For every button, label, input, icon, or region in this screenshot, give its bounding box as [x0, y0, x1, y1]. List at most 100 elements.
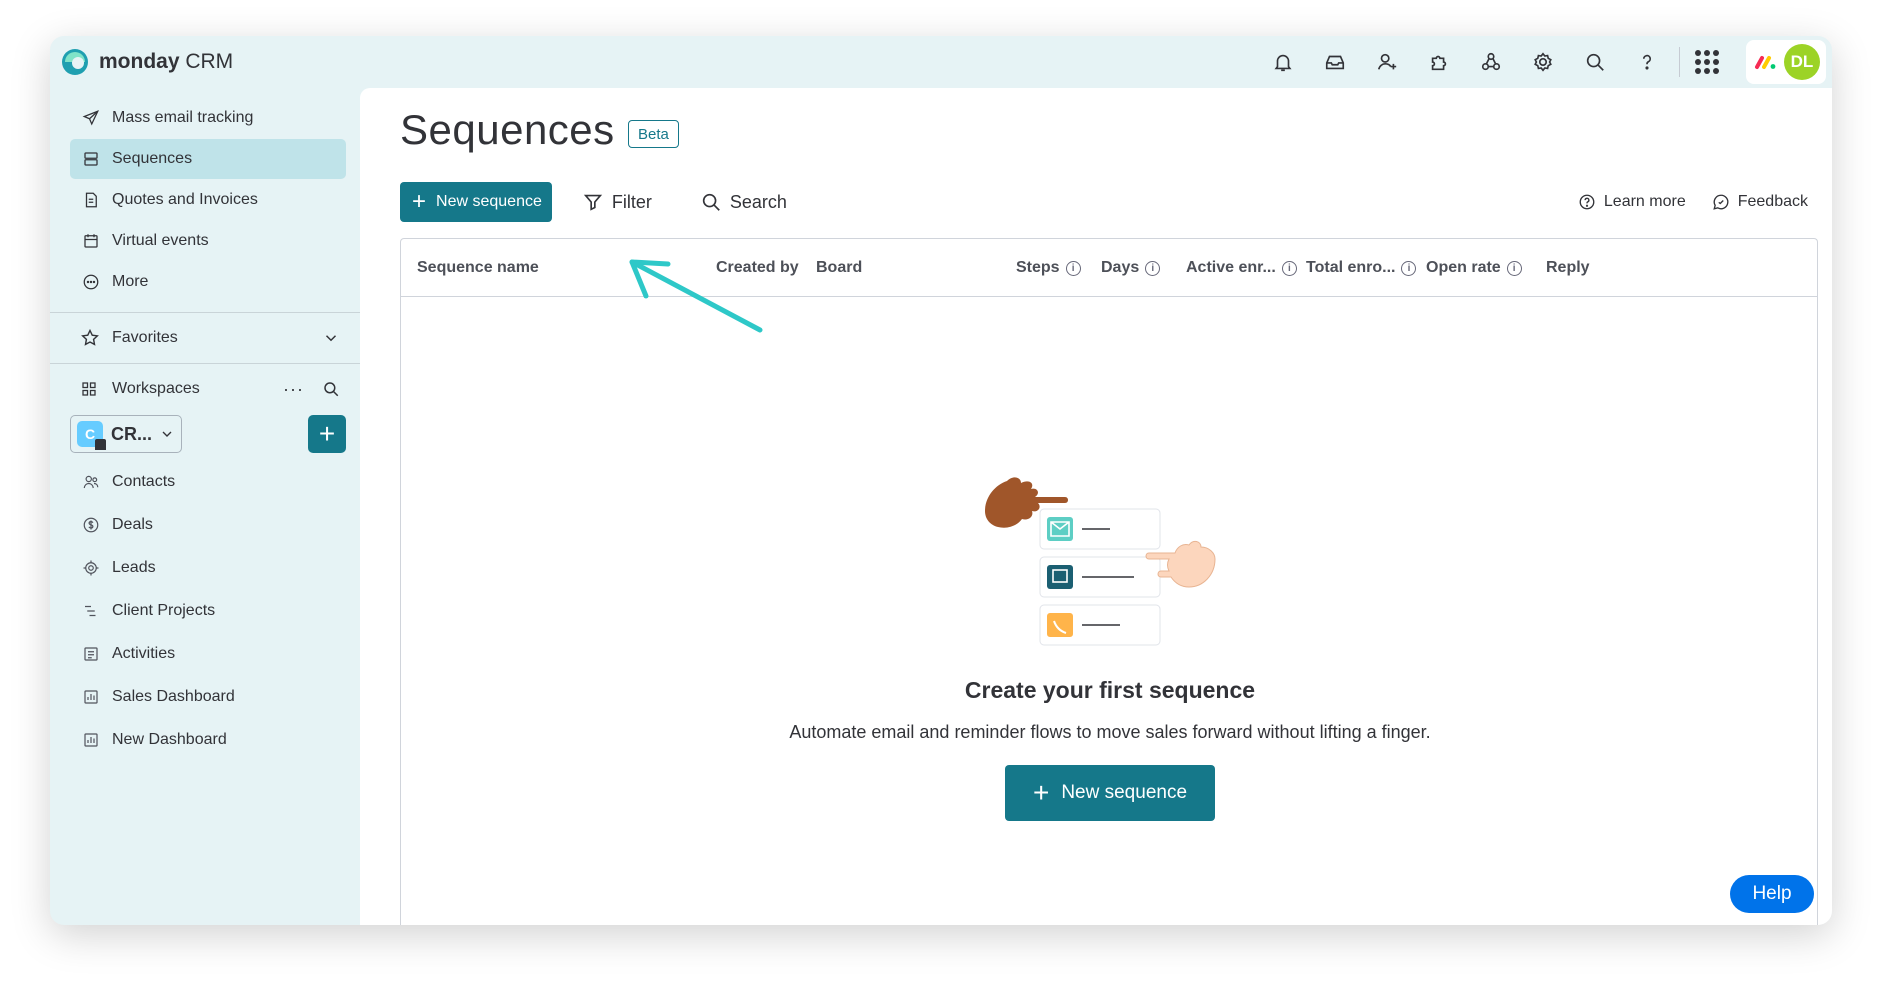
sidebar-item-sales-dashboard[interactable]: Sales Dashboard	[50, 675, 360, 718]
monday-logo[interactable]: monday CRM	[60, 47, 233, 77]
list-icon	[80, 643, 102, 665]
toolbar: + New sequence Filter Search Learn more …	[400, 182, 1808, 222]
info-icon[interactable]: i	[1065, 260, 1081, 276]
sidebar-item-label: Virtual events	[112, 232, 209, 249]
toolbar-right: Learn more Feedback	[1548, 193, 1808, 211]
dashboard-icon	[80, 729, 102, 751]
workspaces-section: Workspaces ···	[50, 364, 360, 414]
plus-icon: +	[412, 188, 427, 215]
column-total-enrollments[interactable]: Total enro... i	[1306, 239, 1417, 297]
sidebar-item-virtual-events[interactable]: Virtual events	[70, 221, 346, 261]
column-steps[interactable]: Steps i	[1016, 239, 1081, 297]
favorites-label: Favorites	[112, 329, 178, 346]
invite-user-icon[interactable]	[1361, 36, 1413, 88]
search-icon[interactable]	[1569, 36, 1621, 88]
apps-grid-icon[interactable]	[1692, 47, 1722, 77]
apps-puzzle-icon[interactable]	[1413, 36, 1465, 88]
empty-state: Create your first sequence Automate emai…	[401, 449, 1819, 821]
plus-icon: +	[1032, 777, 1050, 808]
add-workspace-item-button[interactable]: +	[308, 415, 346, 453]
column-active-enrollments[interactable]: Active enr... i	[1186, 239, 1297, 297]
app-window: monday CRM DL Mass email tracking Sequen…	[50, 36, 1832, 925]
sidebar-item-label: Client Projects	[112, 601, 216, 619]
learn-more-label: Learn more	[1603, 193, 1686, 210]
empty-state-illustration	[985, 477, 1216, 646]
contacts-icon	[80, 471, 102, 493]
top-icons: DL	[1257, 36, 1832, 88]
integrations-icon[interactable]	[1465, 36, 1517, 88]
feedback-icon	[1713, 194, 1729, 210]
new-sequence-button[interactable]: + New sequence	[400, 182, 552, 222]
feedback-label: Feedback	[1737, 193, 1808, 210]
search-icon[interactable]	[322, 380, 340, 398]
workspaces-grid-icon	[80, 380, 102, 398]
bell-icon[interactable]	[1257, 36, 1309, 88]
column-open-rate[interactable]: Open rate i	[1426, 239, 1522, 297]
search-button[interactable]: Search	[700, 191, 787, 213]
sidebar-item-label: Deals	[112, 515, 153, 533]
topbar-divider	[1679, 47, 1680, 77]
dashboard-icon	[80, 686, 102, 708]
sidebar-item-label: Activities	[112, 644, 176, 662]
more-circle-icon	[80, 271, 102, 293]
sidebar-item-label: Sales Dashboard	[112, 687, 235, 705]
column-reply[interactable]: Reply	[1546, 239, 1590, 297]
workspace-selector[interactable]: C CR...	[70, 415, 182, 453]
sequence-icon	[80, 148, 102, 170]
settings-gear-icon[interactable]	[1517, 36, 1569, 88]
sidebar-item-leads[interactable]: Leads	[50, 546, 360, 589]
favorites-section[interactable]: Favorites	[50, 313, 360, 363]
chevron-down-icon[interactable]	[322, 329, 340, 347]
column-sequence-name[interactable]: Sequence name	[417, 239, 539, 297]
invoice-icon	[80, 189, 102, 211]
monday-logo-icon	[62, 49, 88, 75]
column-days[interactable]: Days i	[1101, 239, 1161, 297]
account-chip[interactable]: DL	[1746, 40, 1826, 84]
sidebar-item-label: Contacts	[112, 472, 176, 490]
search-icon	[702, 193, 720, 211]
chevron-down-icon	[159, 426, 175, 442]
learn-more-link[interactable]: Learn more	[1578, 193, 1686, 211]
sidebar-item-label: Quotes and Invoices	[112, 191, 258, 208]
empty-new-sequence-button[interactable]: + New sequence	[1004, 765, 1216, 821]
sidebar-item-quotes-and-invoices[interactable]: Quotes and Invoices	[70, 180, 346, 220]
filter-label: Filter	[611, 191, 652, 212]
page-title: Sequences	[400, 106, 615, 153]
sidebar-item-new-dashboard[interactable]: New Dashboard	[50, 718, 360, 761]
column-board[interactable]: Board	[816, 239, 862, 297]
empty-state-subtitle: Automate email and reminder flows to mov…	[789, 722, 1431, 742]
sidebar-item-contacts[interactable]: Contacts	[50, 460, 360, 503]
info-icon[interactable]: i	[1506, 260, 1522, 276]
sidebar-item-label: More	[112, 273, 149, 290]
help-circle-icon	[1579, 194, 1595, 210]
monday-brand-icon	[1755, 56, 1776, 69]
sidebar-item-client-projects[interactable]: Client Projects	[50, 589, 360, 632]
empty-new-sequence-label: New sequence	[1061, 782, 1188, 803]
info-icon[interactable]: i	[1145, 260, 1161, 276]
sidebar-item-deals[interactable]: Deals	[50, 503, 360, 546]
workspace-name: CR...	[111, 423, 153, 444]
sidebar-item-activities[interactable]: Activities	[50, 632, 360, 675]
feedback-button[interactable]: Feedback	[1712, 193, 1808, 211]
sidebar-item-more[interactable]: More	[70, 262, 346, 302]
workspace-picker-row: C CR... +	[50, 414, 360, 454]
empty-state-title: Create your first sequence	[964, 677, 1256, 703]
sidebar-item-label: New Dashboard	[112, 730, 227, 748]
sequences-table: Sequence name Created by Board Steps i Da…	[400, 238, 1818, 925]
filter-button[interactable]: Filter	[582, 191, 652, 213]
help-question-icon[interactable]	[1621, 36, 1673, 88]
gantt-icon	[80, 600, 102, 622]
logo-text: monday CRM	[99, 50, 234, 73]
sidebar-item-label: Leads	[112, 558, 156, 576]
sidebar: Mass email tracking Sequences Quotes and…	[50, 88, 360, 925]
avatar[interactable]: DL	[1784, 44, 1820, 80]
plus-icon: +	[318, 418, 336, 449]
sidebar-item-sequences[interactable]: Sequences	[70, 139, 346, 179]
help-button[interactable]: Help	[1730, 875, 1814, 913]
info-icon[interactable]: i	[1281, 260, 1297, 276]
inbox-icon[interactable]	[1309, 36, 1361, 88]
info-icon[interactable]: i	[1401, 260, 1417, 276]
more-options-icon[interactable]: ···	[283, 379, 304, 400]
sidebar-item-mass-email-tracking[interactable]: Mass email tracking	[70, 98, 346, 138]
workspaces-label: Workspaces	[112, 380, 200, 397]
